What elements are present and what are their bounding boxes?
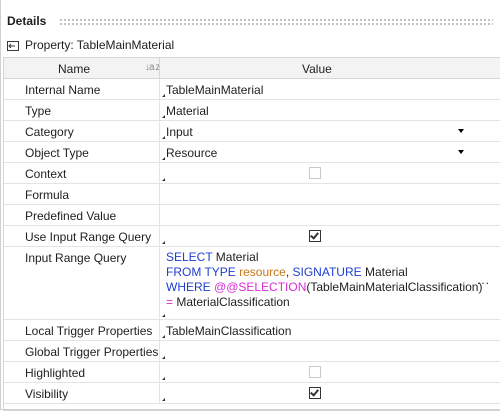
highlighted-checkbox[interactable] [309,366,321,378]
details-panel: Details Property: TableMainMaterial Name… [0,0,500,411]
details-header: Details [5,12,495,32]
details-title: Details [7,14,47,28]
query-line: = MaterialClassification [166,295,496,310]
row-highlighted[interactable]: Highlighted [4,362,500,383]
row-name: Global Trigger Properties [25,345,159,359]
context-checkbox[interactable] [309,167,321,179]
row-name: Local Trigger Properties [25,324,153,338]
edit-marker-icon [162,157,165,160]
edit-marker-icon [162,241,165,244]
row-input-range-query[interactable]: Input Range Query SELECT Material FROM T… [4,247,500,320]
row-name: Context [25,167,67,181]
edit-marker-icon [162,136,165,139]
edit-marker-icon [162,178,165,181]
row-name: Formula [25,188,70,202]
checkmark-icon [310,230,319,240]
row-context[interactable]: Context [4,163,500,184]
row-predefined-value[interactable]: Predefined Value [4,205,500,226]
query-text: Material [361,265,408,279]
property-line: Property: TableMainMaterial [7,37,174,53]
query-line: WHERE @@SELECTION(TableMainMaterialClass… [166,280,496,295]
edit-marker-icon [162,115,165,118]
row-global-trigger-properties[interactable]: Global Trigger Properties [4,341,500,362]
edit-marker-icon [162,314,165,317]
row-name: Object Type [25,146,89,160]
local-trigger-properties-value[interactable]: TableMainClassification [166,324,496,338]
row-name: Type [25,104,52,118]
row-internal-name[interactable]: Internal Name TableMainMaterial [4,79,500,100]
row-object-type[interactable]: Object Type Resource [4,142,500,163]
edit-marker-icon [162,398,165,401]
grid-header: Name ↓a z Value [4,58,500,79]
row-name: Input Range Query [25,251,127,265]
query-text: (TableMainMaterialClassification) [306,280,483,294]
edit-marker-icon [162,335,165,338]
row-formula[interactable]: Formula [4,184,500,205]
input-range-query-editor[interactable]: SELECT Material FROM TYPE resource, SIGN… [166,250,496,310]
row-name: Internal Name [25,83,101,97]
query-text: , [285,265,293,279]
row-name: Category [25,125,74,139]
visibility-checkbox[interactable] [309,387,321,399]
row-type[interactable]: Type Material [4,100,500,121]
edit-marker-icon [162,356,165,359]
row-visibility[interactable]: Visibility [4,383,500,404]
category-select[interactable]: Input [166,125,496,139]
query-text: Material [212,250,259,264]
row-name: Visibility [25,387,69,401]
object-type-select[interactable]: Resource [166,146,496,160]
query-function: @@SELECTION [210,280,307,294]
edit-marker-icon [162,377,165,380]
property-label: Property: TableMainMaterial [25,38,175,52]
query-keyword: FROM TYPE [166,265,236,279]
chevron-down-icon[interactable] [458,129,464,133]
query-operator: = [166,295,174,309]
query-line: FROM TYPE resource, SIGNATURE Material [166,265,496,280]
row-name: Highlighted [25,366,86,380]
query-line: SELECT Material [166,250,496,265]
query-text: MaterialClassification [173,295,290,309]
header-grip [59,18,493,25]
more-options-button[interactable]: ... [477,273,490,287]
row-local-trigger-properties[interactable]: Local Trigger Properties TableMainClassi… [4,320,500,341]
column-header-name[interactable]: Name [58,62,90,76]
query-keyword: WHERE [166,280,211,294]
type-value[interactable]: Material [166,104,496,118]
row-name: Predefined Value [25,209,117,223]
checkmark-icon [310,387,319,397]
query-keyword: SIGNATURE [292,265,362,279]
edit-marker-icon [162,94,165,97]
query-keyword: SELECT [166,250,213,264]
use-input-range-query-checkbox[interactable] [309,230,321,242]
column-separator[interactable] [159,58,160,78]
chevron-down-icon[interactable] [458,150,464,154]
property-icon [7,40,19,51]
internal-name-value[interactable]: TableMainMaterial [166,83,496,97]
row-category[interactable]: Category Input [4,121,500,142]
column-header-value[interactable]: Value [302,62,332,76]
property-grid: Name ↓a z Value Internal Name TableMainM… [3,57,500,411]
row-name: Use Input Range Query [25,230,152,244]
sort-icon[interactable]: ↓a z [145,62,160,73]
query-type: resource [235,265,286,279]
row-use-input-range-query[interactable]: Use Input Range Query [4,226,500,247]
